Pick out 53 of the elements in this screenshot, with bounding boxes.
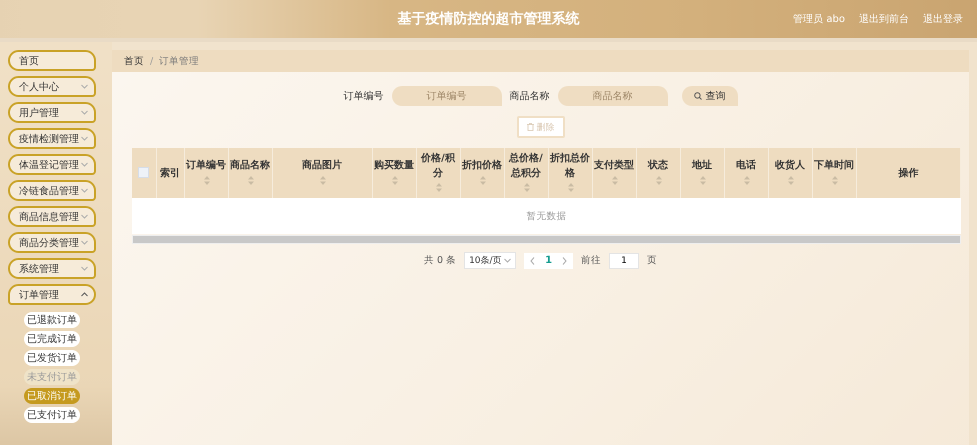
goto-page-field[interactable]: 1 [609, 252, 640, 268]
sort-icon[interactable] [788, 176, 794, 185]
sort-icon[interactable] [832, 176, 838, 185]
breadcrumb-item[interactable]: 首页 [124, 54, 144, 68]
menu-item[interactable]: 商品信息管理 [8, 206, 96, 227]
sort-icon[interactable] [204, 176, 210, 185]
menu-item[interactable]: 商品分类管理 [8, 232, 96, 253]
sort-icon[interactable] [320, 176, 326, 185]
sort-icon[interactable] [392, 176, 398, 185]
trash-icon [526, 123, 534, 131]
menu-item[interactable]: 个人中心 [8, 76, 96, 97]
goto-label: 前往 [581, 254, 602, 267]
menu-item[interactable]: 用户管理 [8, 102, 96, 123]
sort-icon[interactable] [612, 176, 618, 185]
search-button[interactable]: 查询 [682, 86, 738, 106]
menu-item[interactable]: 体温登记管理 [8, 154, 96, 175]
menu-item[interactable]: 冷链食品管理 [8, 180, 96, 201]
submenu-item[interactable]: 已退款订单 [24, 312, 80, 328]
total-count: 共 0 条 [424, 254, 456, 267]
column-header: 操作 [897, 166, 920, 180]
submenu-item[interactable]: 已完成订单 [24, 331, 80, 347]
empty-message: 暂无数据 [526, 210, 566, 222]
sort-icon[interactable] [248, 176, 254, 185]
goto-suffix: 页 [647, 254, 658, 267]
submenu-item[interactable]: 已发货订单 [24, 350, 80, 366]
app-title: 基于疫情防控的超市管理系统 [398, 10, 580, 28]
field-label: 订单编号 [344, 90, 384, 103]
sort-icon[interactable] [700, 176, 706, 185]
sort-icon[interactable] [744, 176, 750, 185]
select-all-checkbox[interactable] [138, 167, 150, 178]
sort-icon[interactable] [436, 183, 442, 192]
search-icon [694, 92, 702, 100]
sort-icon[interactable] [524, 183, 530, 192]
sort-icon[interactable] [480, 176, 486, 185]
column-header: 索引 [159, 166, 181, 180]
next-page-icon[interactable] [562, 256, 568, 264]
breadcrumb-item: 订单管理 [159, 54, 200, 68]
user-name: 管理员 abo [793, 13, 845, 26]
field-label: 商品名称 [510, 90, 550, 103]
sort-icon[interactable] [568, 183, 574, 192]
horizontal-scrollbar[interactable] [132, 235, 961, 244]
search-field[interactable]: 商品名称 [558, 86, 668, 106]
page-size-select[interactable]: 10条/页 [464, 252, 516, 269]
breadcrumb-separator: / [150, 56, 154, 66]
chevron-icon [504, 258, 512, 263]
sort-icon[interactable] [656, 176, 662, 185]
menu-item[interactable]: 订单管理 [8, 284, 96, 305]
prev-page-icon[interactable] [530, 256, 536, 264]
menu-item[interactable]: 首页 [8, 50, 96, 71]
menu-item[interactable]: 疫情检测管理 [8, 128, 96, 149]
menu-item[interactable]: 系统管理 [8, 258, 96, 279]
submenu-item[interactable]: 已支付订单 [24, 407, 80, 423]
search-field[interactable]: 订单编号 [392, 86, 502, 106]
